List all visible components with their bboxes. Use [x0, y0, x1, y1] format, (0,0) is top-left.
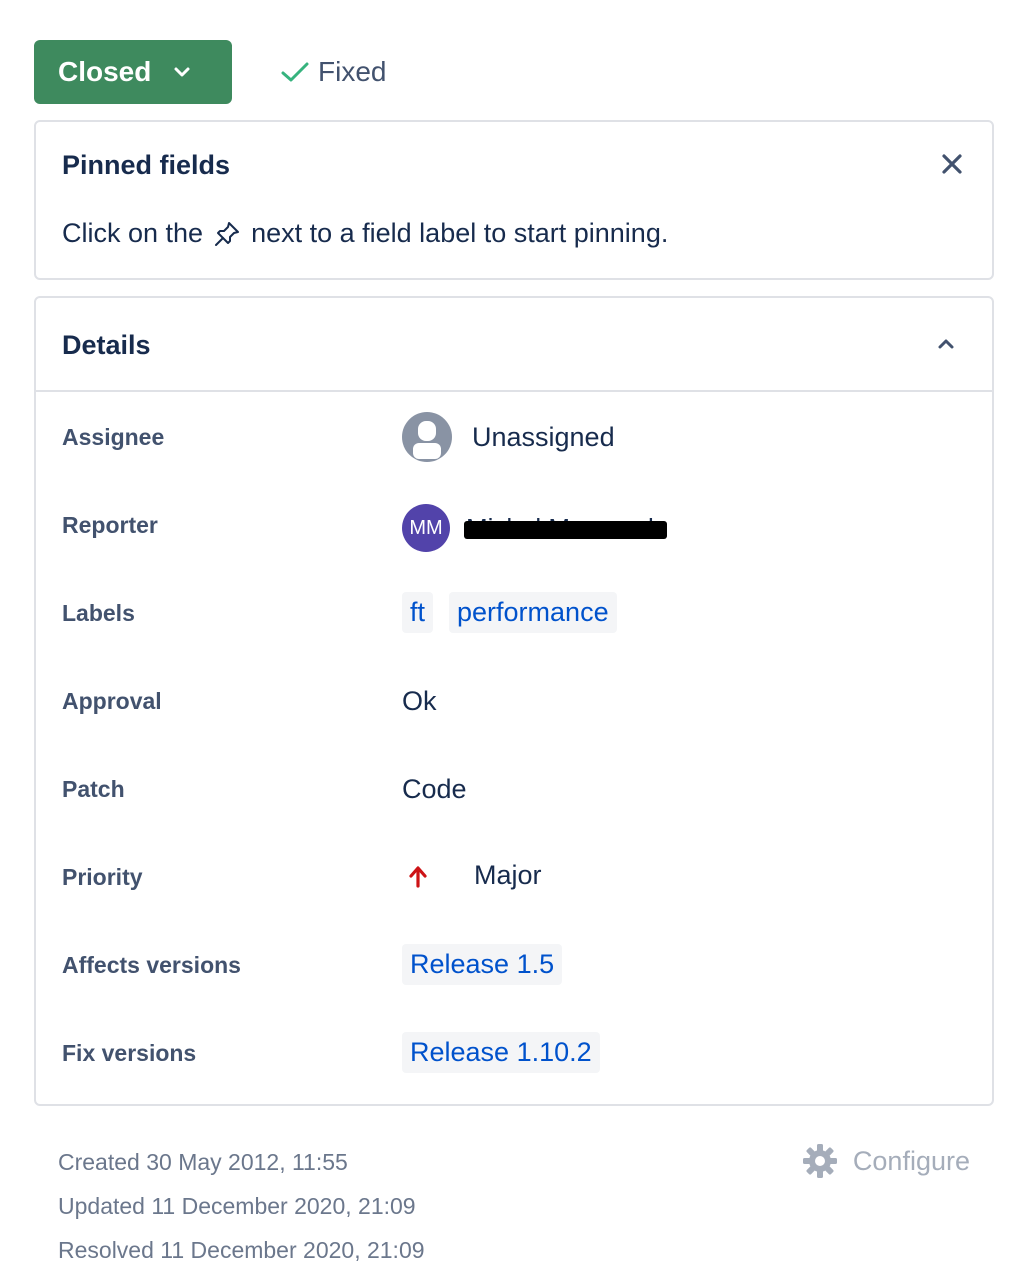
fix-versions-row: Fix versions Release 1.10.2 [36, 1028, 992, 1088]
reporter-row: Reporter MM Michal Mareczek [36, 500, 992, 560]
priority-name: Major [474, 860, 542, 890]
gear-icon [801, 1142, 839, 1180]
resolution-label: Fixed [318, 56, 387, 87]
assignee-row: Assignee Unassigned [36, 412, 992, 472]
priority-value[interactable]: Major [402, 860, 542, 891]
assignee-label: Assignee [62, 424, 165, 450]
close-icon[interactable] [938, 150, 966, 178]
arrow-up-icon [402, 862, 458, 890]
assignee-name: Unassigned [472, 421, 615, 452]
status-label: Closed [58, 56, 152, 87]
fix-versions-value: Release 1.10.2 [402, 1032, 616, 1073]
labels-row: Labels ft performance [36, 588, 992, 648]
priority-label: Priority [62, 864, 143, 890]
label-tag-ft[interactable]: ft [402, 592, 434, 633]
status-row: Closed Fixed [34, 40, 386, 104]
labels-label: Labels [62, 600, 135, 626]
patch-label: Patch [62, 776, 125, 802]
created-date: Created 30 May 2012, 11:55 [58, 1149, 348, 1175]
details-header[interactable]: Details [36, 298, 992, 392]
pinned-fields-hint: Click on the next to a field label to st… [62, 218, 668, 249]
redaction-bar [464, 520, 668, 539]
pinned-fields-panel: Pinned fields Click on the next to a fie… [34, 120, 994, 280]
resolution: Fixed [280, 56, 386, 88]
resolved-date: Resolved 11 December 2020, 21:09 [58, 1237, 425, 1263]
affects-versions-label: Affects versions [62, 952, 241, 978]
approval-label: Approval [62, 688, 162, 714]
version-tag[interactable]: Release 1.10.2 [402, 1032, 600, 1073]
reporter-label: Reporter [62, 512, 158, 538]
fix-versions-label: Fix versions [62, 1040, 197, 1066]
hint-text-before: Click on the [62, 218, 204, 248]
patch-row: Patch Code [36, 764, 992, 824]
approval-value[interactable]: Ok [402, 686, 437, 717]
reporter-name: Michal Mareczek [464, 513, 668, 544]
labels-value: ft performance [402, 592, 633, 633]
pinned-fields-title: Pinned fields [62, 150, 231, 180]
status-dropdown-button[interactable]: Closed [34, 40, 232, 104]
avatar: MM [402, 504, 450, 552]
label-tag-performance[interactable]: performance [449, 592, 617, 633]
pin-icon [213, 220, 241, 248]
chevron-up-icon[interactable] [936, 334, 956, 354]
chevron-down-icon [173, 66, 191, 78]
patch-value[interactable]: Code [402, 774, 467, 805]
updated-date: Updated 11 December 2020, 21:09 [58, 1193, 416, 1219]
affects-versions-row: Affects versions Release 1.5 [36, 940, 992, 1000]
details-title: Details [62, 330, 151, 360]
issue-dates: Created 30 May 2012, 11:55 Updated 11 De… [58, 1140, 425, 1272]
assignee-value[interactable]: Unassigned [402, 412, 615, 462]
hint-text-after: next to a field label to start pinning. [251, 218, 669, 248]
reporter-value[interactable]: MM Michal Mareczek [402, 504, 668, 552]
details-panel: Details Assignee Unassigned Reporter MM … [34, 296, 994, 1106]
default-avatar-icon [402, 412, 452, 462]
check-icon [280, 60, 310, 84]
approval-row: Approval Ok [36, 676, 992, 736]
configure-label: Configure [852, 1145, 970, 1176]
version-tag[interactable]: Release 1.5 [402, 944, 563, 985]
configure-button[interactable]: Configure [801, 1142, 970, 1180]
affects-versions-value: Release 1.5 [402, 944, 578, 985]
priority-row: Priority Major [36, 852, 992, 912]
